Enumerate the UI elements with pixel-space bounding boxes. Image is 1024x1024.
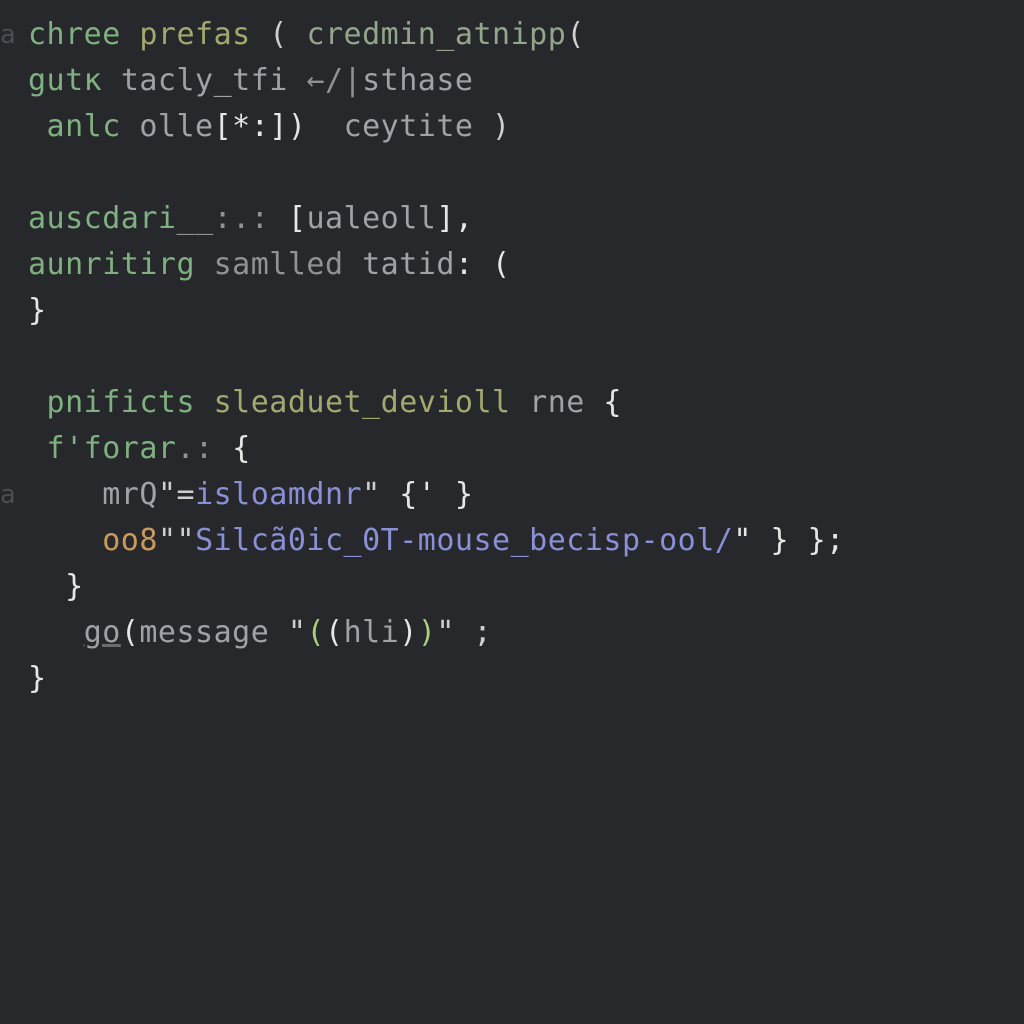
code-token: [ <box>288 201 307 236</box>
code-token: ←/| <box>306 63 362 98</box>
code-token <box>195 385 214 420</box>
code-token: aunritirg <box>28 247 195 282</box>
code-token <box>195 247 214 282</box>
code-token: ) <box>399 615 418 650</box>
code-token: isloamdnr <box>195 477 362 512</box>
code-token: ( <box>306 615 325 650</box>
code-token: oo8 <box>28 523 158 558</box>
code-token: } <box>28 569 84 604</box>
gutter-marker <box>0 334 16 380</box>
code-line[interactable]: aunritirg samlled tatid: ( <box>0 242 1024 288</box>
code-token: { <box>232 431 251 466</box>
gutter-marker: a <box>0 12 16 58</box>
code-token: ( <box>325 615 344 650</box>
code-token: ( <box>251 17 307 52</box>
code-token: { <box>585 385 622 420</box>
code-line[interactable]: } <box>0 288 1024 334</box>
code-token: " } }; <box>733 523 844 558</box>
code-editor[interactable]: achree prefas ( credmin_atnipp(gutк tacl… <box>0 0 1024 1024</box>
code-line[interactable]: } <box>0 564 1024 610</box>
code-token: samlled <box>214 247 344 282</box>
code-token: } <box>28 661 47 696</box>
code-token: mrQ <box>28 477 158 512</box>
code-token: hli <box>344 615 400 650</box>
code-token: " <box>362 477 399 512</box>
code-token: } <box>28 293 47 328</box>
code-token: prefas <box>139 17 250 52</box>
code-token: chree <box>28 17 121 52</box>
code-line[interactable]: a mrQ"=isloamdnr" {' } <box>0 472 1024 518</box>
code-token: anlc <box>28 109 121 144</box>
code-token: ( <box>566 17 585 52</box>
gutter-marker <box>0 656 16 702</box>
code-token <box>28 615 84 650</box>
code-token: .: <box>177 431 233 466</box>
code-token <box>121 109 140 144</box>
code-line[interactable]: achree prefas ( credmin_atnipp( <box>0 12 1024 58</box>
code-token: ceytite <box>344 109 474 144</box>
code-token: sleaduet_devioll <box>214 385 511 420</box>
code-token <box>306 109 343 144</box>
gutter-marker <box>0 104 16 150</box>
gutter-marker <box>0 380 16 426</box>
code-token: " <box>177 523 196 558</box>
code-token: tacly_tfi <box>121 63 288 98</box>
code-line[interactable]: gutк tacly_tfi ←/|sthase <box>0 58 1024 104</box>
gutter-marker <box>0 564 16 610</box>
code-line[interactable]: } <box>0 656 1024 702</box>
code-token: f'forar <box>28 431 177 466</box>
code-token: "= <box>158 477 195 512</box>
code-token: message <box>139 615 269 650</box>
code-line[interactable]: oo8""Silcã0ic_0T-mouse_becisp-ool/" } }; <box>0 518 1024 564</box>
gutter-marker <box>0 196 16 242</box>
code-token <box>288 63 307 98</box>
gutter-marker <box>0 426 16 472</box>
code-line[interactable]: go(message "((hli))" ; <box>0 610 1024 656</box>
code-token: : ( <box>455 247 511 282</box>
code-token: Silcã0ic_0T-mouse_becisp-ool/ <box>195 523 733 558</box>
code-line[interactable]: auscdari__:.: [ualeoll], <box>0 196 1024 242</box>
code-token: tatid <box>362 247 455 282</box>
gutter-marker <box>0 610 16 656</box>
gutter-marker <box>0 150 16 196</box>
code-line[interactable] <box>0 334 1024 380</box>
code-line[interactable]: pnificts sleaduet_devioll rne { <box>0 380 1024 426</box>
code-token <box>511 385 530 420</box>
code-token: ualeoll <box>306 201 436 236</box>
code-token: credmin_atnipp <box>306 17 566 52</box>
code-token <box>121 17 140 52</box>
gutter-marker <box>0 58 16 104</box>
code-token: pnificts <box>28 385 195 420</box>
code-token: go <box>84 615 121 650</box>
code-token: sthase <box>362 63 473 98</box>
code-token <box>102 63 121 98</box>
code-token: __:.: <box>177 201 288 236</box>
code-token: " <box>158 523 177 558</box>
code-token: ( <box>121 615 140 650</box>
code-token: rne <box>529 385 585 420</box>
code-token: " <box>288 615 307 650</box>
code-token: ) <box>418 615 437 650</box>
code-line[interactable] <box>0 150 1024 196</box>
gutter-marker <box>0 288 16 334</box>
gutter-marker <box>0 242 16 288</box>
code-token: olle <box>139 109 213 144</box>
code-line[interactable]: anlc olle[*:]) ceytite ) <box>0 104 1024 150</box>
gutter-marker <box>0 518 16 564</box>
code-token <box>344 247 363 282</box>
code-token: ], <box>436 201 473 236</box>
code-token: auscdari <box>28 201 177 236</box>
code-token: " ; <box>436 615 492 650</box>
code-token <box>269 615 288 650</box>
gutter-marker: a <box>0 472 16 518</box>
code-token: [*:]) <box>214 109 307 144</box>
code-line[interactable]: f'forar.: { <box>0 426 1024 472</box>
code-token: {' } <box>399 477 473 512</box>
code-token: ) <box>474 109 511 144</box>
code-token: gutк <box>28 63 102 98</box>
